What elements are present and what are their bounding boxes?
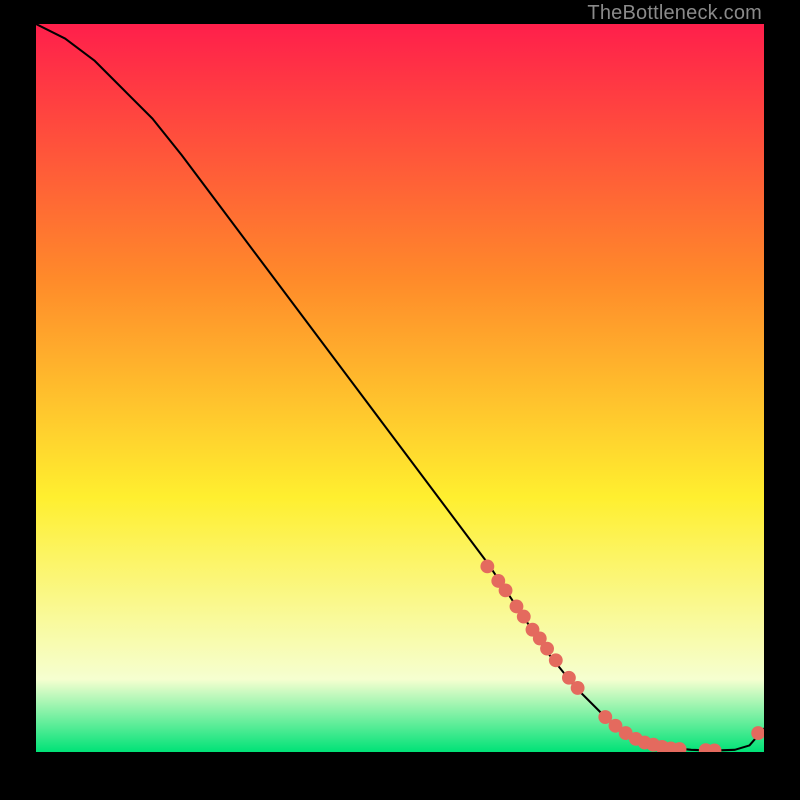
marker-point	[517, 610, 531, 624]
plot-area	[36, 24, 764, 768]
chart-stage: TheBottleneck.com	[0, 0, 800, 800]
curve-layer	[36, 24, 764, 752]
watermark-text: TheBottleneck.com	[587, 2, 762, 25]
marker-point	[751, 726, 764, 740]
marker-point	[549, 653, 563, 667]
marker-point	[540, 642, 554, 656]
marker-point	[499, 583, 513, 597]
bottleneck-curve	[36, 24, 764, 751]
marker-point	[480, 559, 494, 573]
marker-group	[480, 559, 764, 752]
marker-point	[571, 681, 585, 695]
